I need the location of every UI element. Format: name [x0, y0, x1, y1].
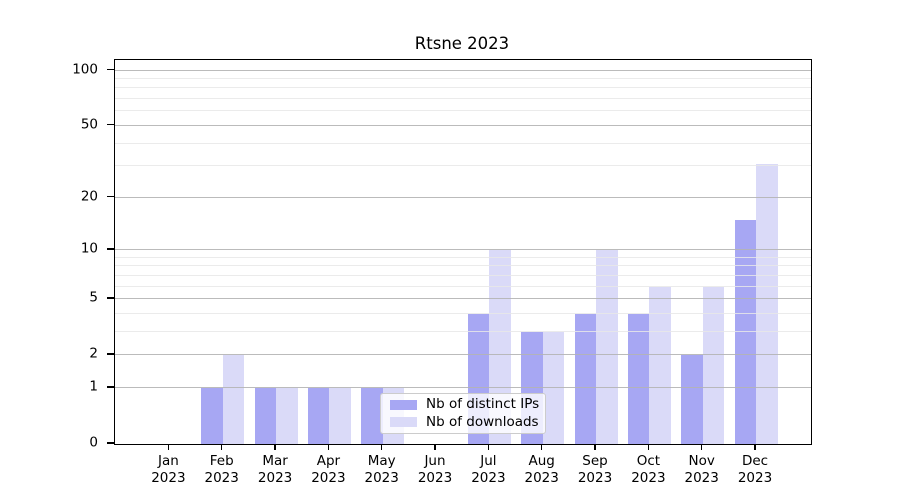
- bar-downloads-3: [329, 388, 351, 444]
- bar-distinct-ips-1: [201, 388, 223, 444]
- y-axis-tick-label: 100: [0, 63, 98, 77]
- figure-canvas: Rtsne 2023 0125102050100Jan2023Feb2023Ma…: [0, 0, 900, 500]
- x-axis-tick-label: Dec2023: [715, 453, 795, 486]
- gridline-minor: [115, 87, 811, 88]
- y-axis-tick-label: 20: [0, 190, 98, 204]
- y-axis-tick-label: 5: [0, 291, 98, 305]
- bar-distinct-ips-10: [681, 355, 703, 444]
- bar-downloads-8: [596, 250, 618, 444]
- bar-distinct-ips-9: [628, 314, 650, 444]
- gridline-major: [115, 298, 811, 299]
- bar-distinct-ips-2: [255, 388, 277, 444]
- x-axis-tick-mark: [594, 444, 595, 450]
- y-axis-tick-mark: [107, 69, 114, 70]
- y-axis-tick-mark: [107, 124, 114, 125]
- gridline-minor: [115, 257, 811, 258]
- gridline-minor: [115, 331, 811, 332]
- gridline-minor: [115, 286, 811, 287]
- gridline-major: [115, 387, 811, 388]
- x-axis-tick-mark: [434, 444, 435, 450]
- x-axis-tick-mark: [221, 444, 222, 450]
- legend-label: Nb of downloads: [426, 415, 539, 430]
- legend-label: Nb of distinct IPs: [426, 397, 539, 412]
- legend-entry-distinct-ips: Nb of distinct IPs: [381, 397, 545, 412]
- plot-area: [114, 59, 812, 445]
- x-axis-tick-mark: [488, 444, 489, 450]
- y-axis-tick-mark: [107, 386, 114, 387]
- legend-swatch: [390, 400, 417, 410]
- bar-downloads-11: [756, 164, 778, 445]
- gridline-minor: [115, 110, 811, 111]
- gridline-minor: [115, 165, 811, 166]
- gridline-minor: [115, 143, 811, 144]
- chart-title: Rtsne 2023: [114, 34, 810, 54]
- bar-downloads-9: [649, 287, 671, 445]
- x-axis-tick-mark: [754, 444, 755, 450]
- bar-downloads-1: [223, 355, 245, 444]
- legend-swatch: [390, 417, 417, 427]
- y-axis-tick-mark: [107, 297, 114, 298]
- y-axis-tick-label: 1: [0, 380, 98, 394]
- legend: Nb of distinct IPs Nb of downloads: [380, 393, 546, 434]
- gridline-major: [115, 354, 811, 355]
- x-axis-tick-mark: [274, 444, 275, 450]
- x-axis-tick-mark: [328, 444, 329, 450]
- y-axis-tick-label: 0: [0, 436, 98, 450]
- gridline-major: [115, 125, 811, 126]
- gridline-minor: [115, 265, 811, 266]
- x-axis-tick-mark: [541, 444, 542, 450]
- y-axis-tick-mark: [107, 353, 114, 354]
- gridline-minor: [115, 313, 811, 314]
- gridline-major: [115, 197, 811, 198]
- gridline-major: [115, 70, 811, 71]
- bar-downloads-10: [703, 287, 725, 445]
- x-axis-tick-mark: [648, 444, 649, 450]
- gridline-minor: [115, 275, 811, 276]
- gridline-minor: [115, 78, 811, 79]
- x-axis-tick-mark: [168, 444, 169, 450]
- bar-distinct-ips-3: [308, 388, 330, 444]
- x-axis-tick-mark: [381, 444, 382, 450]
- bar-downloads-2: [276, 388, 298, 444]
- y-axis-tick-mark: [107, 248, 114, 249]
- y-axis-tick-mark: [107, 442, 114, 443]
- gridline-minor: [115, 98, 811, 99]
- legend-entry-downloads: Nb of downloads: [381, 415, 545, 430]
- bar-distinct-ips-8: [575, 314, 597, 444]
- y-axis-tick-label: 2: [0, 347, 98, 361]
- y-axis-tick-label: 50: [0, 118, 98, 132]
- y-axis-tick-label: 10: [0, 242, 98, 256]
- x-axis-tick-mark: [701, 444, 702, 450]
- gridline-major: [115, 249, 811, 250]
- y-axis-tick-mark: [107, 196, 114, 197]
